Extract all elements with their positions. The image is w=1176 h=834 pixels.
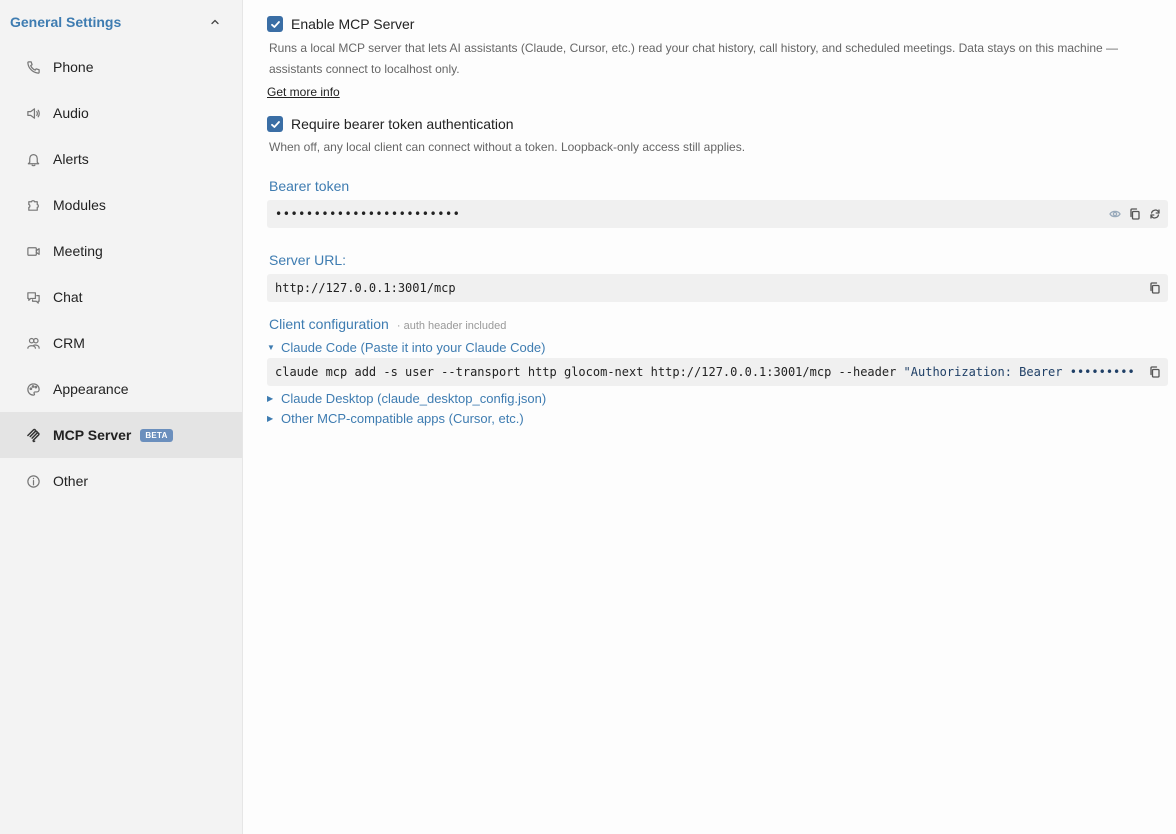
eye-icon[interactable] <box>1108 207 1122 221</box>
triangle-down-icon: ▼ <box>267 343 275 352</box>
sidebar-item-label: Phone <box>53 59 94 75</box>
sidebar-section-header[interactable]: General Settings <box>0 0 242 44</box>
sidebar-item-label: Modules <box>53 197 106 213</box>
claude-desktop-disclosure[interactable]: ▶ Claude Desktop (claude_desktop_config.… <box>267 391 546 406</box>
enable-mcp-checkbox[interactable] <box>267 16 283 32</box>
require-token-checkbox[interactable] <box>267 116 283 132</box>
sidebar-item-label: Alerts <box>53 151 89 167</box>
get-more-info-link[interactable]: Get more info <box>267 85 340 99</box>
checkmark-icon <box>270 120 280 128</box>
claude-code-command-field[interactable]: claude mcp add -s user --transport http … <box>267 358 1168 386</box>
enable-mcp-row[interactable]: Enable MCP Server <box>267 16 414 32</box>
sidebar-item-meeting[interactable]: Meeting <box>0 228 242 274</box>
server-url-value: http://127.0.0.1:3001/mcp <box>275 281 456 295</box>
triangle-right-icon: ▶ <box>267 414 274 423</box>
require-token-label: Require bearer token authentication <box>291 116 514 132</box>
palette-icon <box>25 381 41 397</box>
bell-icon <box>25 151 41 167</box>
triangle-right-icon: ▶ <box>267 394 274 403</box>
claude-code-label: Claude Code (Paste it into your Claude C… <box>281 340 546 355</box>
sidebar-item-label: Audio <box>53 105 89 121</box>
settings-sidebar: General Settings Phone Audio Alerts Modu… <box>0 0 243 834</box>
phone-icon <box>25 59 41 75</box>
copy-icon[interactable] <box>1128 207 1142 221</box>
sidebar-item-appearance[interactable]: Appearance <box>0 366 242 412</box>
sidebar-item-crm[interactable]: CRM <box>0 320 242 366</box>
sidebar-item-mcp-server[interactable]: MCP Server BETA <box>0 412 242 458</box>
chevron-up-icon[interactable] <box>208 15 222 29</box>
require-token-description: When off, any local client can connect w… <box>269 140 746 154</box>
sidebar-item-label: CRM <box>53 335 85 351</box>
bearer-token-field[interactable]: •••••••••••••••••••••••• <box>267 200 1168 228</box>
sidebar-section-title: General Settings <box>10 14 122 30</box>
bearer-token-value: •••••••••••••••••••••••• <box>275 207 461 221</box>
client-configuration-label: Client configuration · auth header includ… <box>269 316 506 332</box>
regenerate-icon[interactable] <box>1148 207 1162 221</box>
enable-mcp-label: Enable MCP Server <box>291 16 415 32</box>
sidebar-item-label: Appearance <box>53 381 129 397</box>
other-apps-label: Other MCP-compatible apps (Cursor, etc.) <box>281 411 524 426</box>
sidebar-item-alerts[interactable]: Alerts <box>0 136 242 182</box>
info-icon <box>25 473 41 489</box>
sidebar-item-modules[interactable]: Modules <box>0 182 242 228</box>
sidebar-item-label: Meeting <box>53 243 103 259</box>
sidebar-item-chat[interactable]: Chat <box>0 274 242 320</box>
server-url-label: Server URL: <box>269 252 347 268</box>
server-url-field[interactable]: http://127.0.0.1:3001/mcp <box>267 274 1168 302</box>
other-apps-disclosure[interactable]: ▶ Other MCP-compatible apps (Cursor, etc… <box>267 411 524 426</box>
mcp-settings-panel: Enable MCP Server Runs a local MCP serve… <box>243 0 1176 834</box>
claude-desktop-label: Claude Desktop (claude_desktop_config.js… <box>281 391 547 406</box>
contacts-icon <box>25 335 41 351</box>
mcp-icon <box>25 427 41 443</box>
bearer-token-label: Bearer token <box>269 178 350 194</box>
sidebar-item-label: Other <box>53 473 89 489</box>
speaker-icon <box>25 105 41 121</box>
sidebar-item-phone[interactable]: Phone <box>0 44 242 90</box>
puzzle-icon <box>25 197 41 213</box>
copy-icon[interactable] <box>1148 365 1162 379</box>
checkmark-icon <box>270 20 280 28</box>
copy-icon[interactable] <box>1148 281 1162 295</box>
sidebar-item-label: Chat <box>53 289 83 305</box>
chat-icon <box>25 289 41 305</box>
enable-mcp-description: Runs a local MCP server that lets AI ass… <box>269 41 1119 76</box>
beta-badge: BETA <box>140 428 173 442</box>
client-configuration-note: · auth header included <box>396 320 507 332</box>
sidebar-item-other[interactable]: Other <box>0 458 242 504</box>
sidebar-item-label: MCP Server <box>53 427 132 443</box>
claude-code-command: claude mcp add -s user --transport http … <box>275 365 904 379</box>
video-icon <box>25 243 41 259</box>
sidebar-item-audio[interactable]: Audio <box>0 90 242 136</box>
require-token-row[interactable]: Require bearer token authentication <box>267 116 514 132</box>
claude-code-disclosure[interactable]: ▼ Claude Code (Paste it into your Claude… <box>267 340 545 355</box>
client-configuration-title: Client configuration <box>269 316 389 332</box>
claude-code-command-header: "Authorization: Bearer ••••••••• <box>903 365 1135 379</box>
